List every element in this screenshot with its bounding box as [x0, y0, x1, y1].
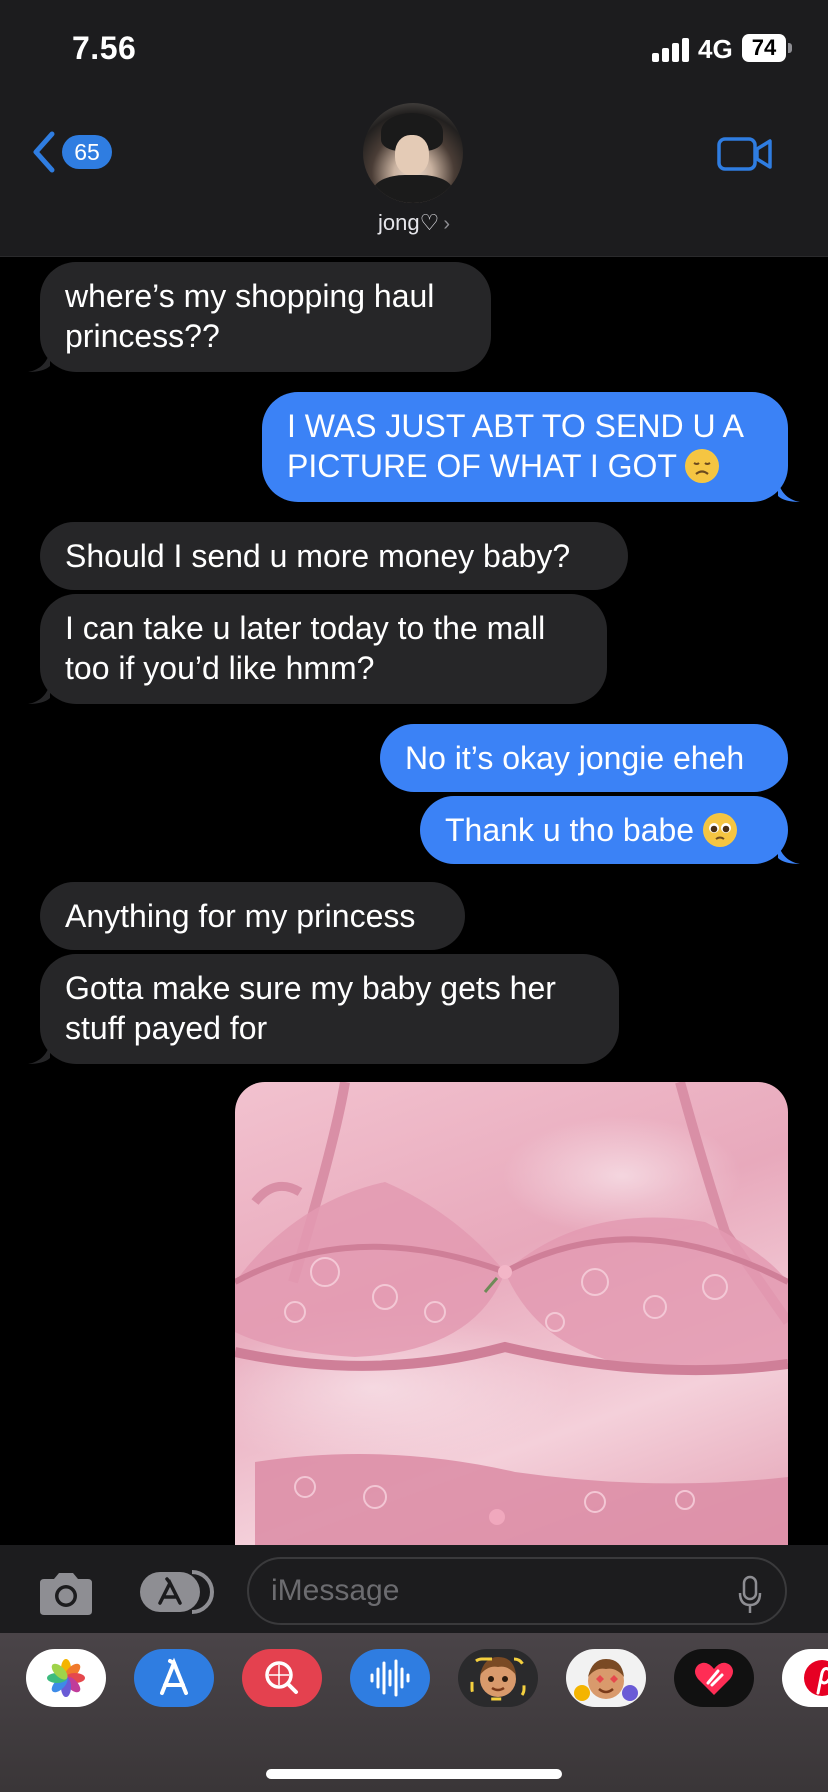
chevron-right-icon: ›	[443, 213, 450, 235]
message-bubble-incoming[interactable]: where’s my shopping haul princess??	[40, 262, 491, 372]
disappointed-face-icon	[685, 449, 720, 483]
app-store-apps-button[interactable]	[138, 1569, 214, 1615]
audio-message-icon[interactable]	[350, 1649, 430, 1707]
status-time: 7.56	[72, 30, 137, 66]
message-text: I WAS JUST ABT TO SEND U A PICTURE OF WH…	[287, 408, 743, 484]
bubble-tail	[28, 350, 50, 372]
bubble-tail	[28, 682, 50, 704]
battery-icon: 74	[742, 34, 786, 62]
contact-name-button[interactable]: jong♡ ›	[0, 210, 828, 236]
message-bubble-incoming[interactable]: Anything for my princess	[40, 882, 465, 950]
images-search-icon[interactable]	[242, 1649, 322, 1707]
photos-app-icon[interactable]	[26, 1649, 106, 1707]
back-button[interactable]: 65	[30, 128, 120, 176]
message-bubble-incoming[interactable]: Gotta make sure my baby gets her stuff p…	[40, 954, 619, 1064]
contact-avatar[interactable]	[363, 103, 463, 203]
imessage-input[interactable]	[247, 1557, 787, 1625]
bubble-tail	[778, 842, 800, 864]
bubble-tail	[778, 480, 800, 502]
message-text: Gotta make sure my baby gets her stuff p…	[65, 970, 556, 1046]
bubble-tail	[28, 1042, 50, 1064]
apps-icon	[140, 1570, 214, 1614]
message-text: Anything for my princess	[65, 898, 416, 934]
conversation-header: 7.56 4G 74 65 jong♡ ›	[0, 0, 828, 257]
microphone-icon[interactable]	[738, 1575, 762, 1615]
message-text: Should I send u more money baby?	[65, 538, 571, 574]
cellular-signal-icon	[652, 38, 692, 62]
camera-icon[interactable]	[36, 1571, 96, 1617]
pleading-face-icon	[702, 813, 737, 847]
chevron-left-icon	[33, 131, 55, 173]
pinterest-icon[interactable]	[782, 1649, 828, 1707]
network-type: 4G	[698, 34, 733, 64]
contact-name: jong♡	[378, 210, 440, 235]
compose-bar	[0, 1545, 828, 1633]
unread-count-badge: 65	[62, 135, 112, 169]
facetime-video-icon[interactable]	[716, 134, 774, 174]
digital-touch-icon[interactable]	[674, 1649, 754, 1707]
message-bubble-outgoing[interactable]: I WAS JUST ABT TO SEND U A PICTURE OF WH…	[262, 392, 788, 502]
message-bubble-incoming[interactable]: Should I send u more money baby?	[40, 522, 628, 590]
message-bubble-incoming[interactable]: I can take u later today to the mall too…	[40, 594, 607, 704]
memoji-icon[interactable]	[458, 1649, 538, 1707]
message-bubble-outgoing[interactable]: Thank u tho babe	[420, 796, 788, 864]
pink-lace-lingerie-photo	[235, 1082, 788, 1552]
imessage-app-drawer	[0, 1633, 828, 1792]
message-text: Thank u tho babe	[445, 812, 695, 848]
message-text: I can take u later today to the mall too…	[65, 610, 546, 686]
photo-message[interactable]	[235, 1082, 788, 1552]
message-bubble-outgoing[interactable]: No it’s okay jongie eheh	[380, 724, 788, 792]
message-text: where’s my shopping haul princess??	[65, 278, 435, 354]
battery-tip	[788, 43, 792, 53]
home-indicator[interactable]	[266, 1769, 562, 1779]
message-text: No it’s okay jongie eheh	[405, 740, 745, 776]
animoji-stickers-icon[interactable]	[566, 1649, 646, 1707]
app-store-icon[interactable]	[134, 1649, 214, 1707]
